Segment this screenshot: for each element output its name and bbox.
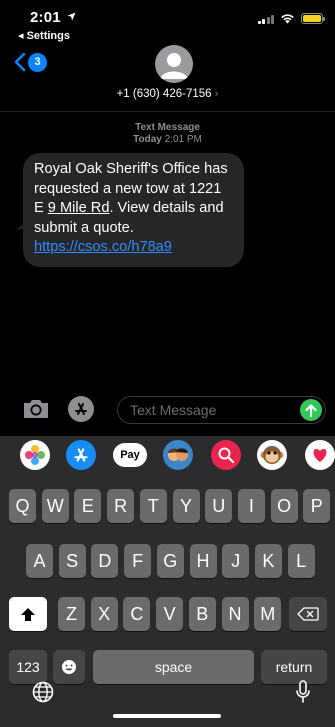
key-a[interactable]: A [26,544,53,578]
key-p[interactable]: P [303,489,331,523]
key-s[interactable]: S [58,544,86,578]
message-timestamp: Today 2:01 PM [133,134,202,145]
key-n[interactable]: N [221,597,249,631]
address-detected-link[interactable]: 9 Mile Rd [48,200,110,216]
emoji-icon [62,660,76,674]
header-divider [0,111,335,112]
key-d[interactable]: D [91,544,119,578]
send-arrow-icon [305,403,317,417]
memoji-faces-icon [168,448,188,461]
space-key[interactable]: space [93,650,254,684]
back-chevron-icon [14,52,26,72]
message-bubble[interactable]: Royal Oak Sheriff's Office has requested… [23,153,244,267]
app-store-icon [75,403,87,415]
key-u[interactable]: U [205,489,233,523]
key-g[interactable]: G [156,544,184,578]
location-arrow-icon [67,12,76,21]
status-icons [257,13,325,24]
key-v[interactable]: V [156,597,184,631]
camera-icon[interactable] [22,398,50,420]
key-t[interactable]: T [139,489,167,523]
memoji-app-icon[interactable] [163,440,193,470]
key-c[interactable]: C [123,597,151,631]
photos-flower-icon [25,445,45,465]
shift-icon [21,607,35,621]
animoji-app-icon[interactable] [257,440,287,470]
key-k[interactable]: K [254,544,282,578]
digital-touch-app-icon[interactable] [305,440,335,470]
key-o[interactable]: O [270,489,298,523]
avatar[interactable] [155,45,193,83]
emoji-key[interactable] [53,650,85,684]
apple-pay-label: Pay [120,449,140,461]
chevron-right-icon: › [214,88,219,100]
message-type-label: Text Message [135,122,200,133]
key-i[interactable]: I [237,489,265,523]
back-to-settings[interactable]: ◂ Settings [18,29,70,42]
key-w[interactable]: W [41,489,69,523]
search-icon [218,447,235,464]
message-link[interactable]: https://csos.co/h78a9 [34,239,172,255]
app-drawer: Pay [0,436,335,476]
monkey-face-icon [260,446,284,464]
key-j[interactable]: J [222,544,250,578]
key-b[interactable]: B [188,597,216,631]
contact-name[interactable]: +1 (630) 426-7156 › [0,88,335,100]
image-search-app-icon[interactable] [211,440,241,470]
battery-icon [301,13,325,24]
microphone-icon[interactable] [295,680,311,704]
send-button[interactable] [300,399,322,421]
key-l[interactable]: L [287,544,315,578]
heart-icon [313,449,327,462]
numbers-key[interactable]: 123 [9,650,47,684]
key-y[interactable]: Y [172,489,200,523]
key-z[interactable]: Z [58,597,85,631]
globe-icon[interactable] [31,680,55,704]
unread-badge: 3 [28,52,47,72]
wifi-icon [281,14,294,24]
key-m[interactable]: M [254,597,282,631]
back-button[interactable]: 3 [14,52,47,72]
message-input[interactable]: Text Message [117,396,326,424]
key-q[interactable]: Q [9,489,36,523]
delete-icon [297,607,319,621]
key-r[interactable]: R [107,489,135,523]
key-f[interactable]: F [124,544,152,578]
signal-icon [257,13,274,24]
status-time: 2:01 [30,9,76,26]
key-e[interactable]: E [74,489,102,523]
app-store-app-icon[interactable] [66,440,96,470]
key-h[interactable]: H [189,544,217,578]
person-icon [160,53,188,79]
key-x[interactable]: X [90,597,118,631]
shift-key[interactable] [9,597,47,631]
app-store-glyph-icon [74,448,88,462]
app-store-button[interactable] [68,396,94,422]
apple-pay-app-icon[interactable]: Pay [113,443,147,467]
return-key[interactable]: return [261,650,327,684]
photos-app-icon[interactable] [20,440,50,470]
home-indicator [113,714,221,718]
delete-key[interactable] [289,597,327,631]
